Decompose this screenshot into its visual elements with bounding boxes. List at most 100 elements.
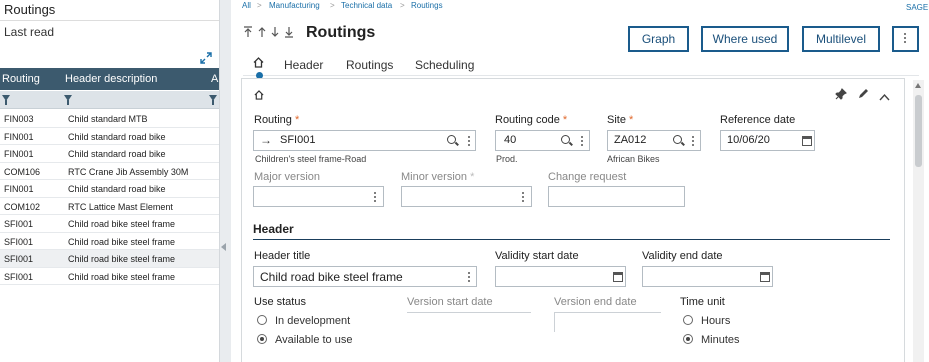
column-header-routing[interactable]: Routing — [2, 73, 40, 85]
routing-cell: FIN001 — [4, 149, 34, 159]
calendar-icon[interactable] — [802, 136, 812, 146]
kebab-icon — [904, 33, 907, 44]
time-unit-label: Time unit — [680, 296, 725, 308]
change-request-field[interactable] — [548, 186, 685, 207]
description-cell: Child standard road bike — [68, 131, 166, 142]
radio-in-development[interactable] — [257, 315, 267, 325]
table-row[interactable]: SFI001 Child road bike steel frame — [0, 250, 219, 268]
breadcrumb-technical-data[interactable]: Technical data — [341, 1, 392, 10]
routing-code-value: 40 — [504, 134, 517, 146]
radio-label-hours[interactable]: Hours — [701, 315, 730, 327]
description-cell: RTC Lattice Mast Element — [68, 201, 173, 212]
routing-code-label: Routing code * — [495, 114, 568, 126]
column-header-a[interactable]: A — [211, 73, 218, 85]
routing-code-description: Prod. — [496, 154, 518, 164]
validity-start-field[interactable] — [495, 266, 626, 287]
breadcrumb-separator: > — [330, 1, 335, 10]
collapse-left-icon[interactable] — [221, 243, 226, 251]
pin-icon[interactable] — [835, 88, 847, 103]
routing-cell: SFI001 — [4, 254, 34, 264]
more-actions-button[interactable] — [892, 26, 919, 52]
kebab-icon[interactable] — [468, 136, 471, 147]
reference-date-field[interactable]: 10/06/20 — [720, 130, 815, 151]
table-row[interactable]: SFI001 Child road bike steel frame — [0, 268, 219, 285]
header-title-field[interactable]: Child road bike steel frame — [253, 266, 477, 287]
scroll-up-icon[interactable] — [915, 83, 921, 88]
header-section-title: Header — [253, 222, 294, 236]
header-title-label: Header title — [254, 250, 311, 262]
column-header-description[interactable]: Header description — [65, 73, 157, 85]
where-used-button[interactable]: Where used — [701, 26, 789, 52]
breadcrumb-all[interactable]: All — [242, 1, 251, 10]
radio-label-available-to-use[interactable]: Available to use — [275, 334, 352, 346]
panel-splitter[interactable] — [219, 0, 231, 362]
expand-icon[interactable] — [200, 52, 212, 67]
validity-end-field[interactable] — [642, 266, 773, 287]
routing-value: SFI001 — [280, 134, 316, 146]
radio-available-to-use[interactable] — [257, 334, 267, 344]
page-title: Routings — [306, 24, 376, 41]
header-title-value: Child road bike steel frame — [260, 270, 403, 284]
divider — [0, 20, 219, 21]
first-record-icon[interactable] — [243, 26, 253, 41]
scrollbar-thumb[interactable] — [915, 95, 922, 167]
company-label[interactable]: SAGE — [906, 3, 928, 12]
use-status-label: Use status — [254, 296, 306, 308]
kebab-icon[interactable] — [522, 192, 525, 203]
site-field[interactable]: ZA012 — [607, 130, 701, 151]
table-row[interactable]: SFI001 Child road bike steel frame — [0, 215, 219, 233]
kebab-icon[interactable] — [692, 136, 695, 147]
table-row[interactable]: SFI001 Child road bike steel frame — [0, 233, 219, 250]
tab-scheduling[interactable]: Scheduling — [415, 58, 474, 72]
tab-header[interactable]: Header — [284, 58, 323, 72]
routing-field[interactable]: → SFI001 — [253, 130, 476, 151]
breadcrumb-routings[interactable]: Routings — [411, 1, 443, 10]
graph-button[interactable]: Graph — [628, 26, 689, 52]
minor-version-label: Minor version * — [401, 171, 475, 183]
radio-minutes[interactable] — [683, 334, 693, 344]
version-end-field — [554, 312, 661, 332]
table-row[interactable]: FIN003 Child standard MTB — [0, 110, 219, 128]
table-row[interactable]: COM106 RTC Crane Jib Assembly 30M — [0, 163, 219, 180]
home-icon[interactable] — [253, 57, 264, 71]
description-cell: Child standard road bike — [68, 184, 166, 194]
home-icon[interactable] — [254, 89, 264, 103]
table-row[interactable]: FIN001 Child standard road bike — [0, 128, 219, 145]
radio-label-minutes[interactable]: Minutes — [701, 334, 740, 346]
radio-hours[interactable] — [683, 315, 693, 325]
routing-cell: FIN003 — [4, 114, 34, 124]
calendar-icon[interactable] — [613, 272, 623, 282]
routing-cell: COM102 — [4, 201, 41, 212]
kebab-icon[interactable] — [468, 272, 471, 283]
description-cell: Child road bike steel frame — [68, 236, 176, 247]
tab-routings[interactable]: Routings — [346, 58, 393, 72]
chevron-up-icon[interactable] — [879, 90, 890, 104]
breadcrumb-manufacturing[interactable]: Manufacturing — [269, 1, 320, 10]
routing-cell: SFI001 — [4, 219, 34, 229]
routing-cell: SFI001 — [4, 236, 34, 247]
filter-icon[interactable] — [209, 95, 217, 105]
search-icon[interactable] — [447, 135, 456, 144]
search-icon[interactable] — [673, 135, 682, 144]
routing-code-field[interactable]: 40 — [495, 130, 590, 151]
table-row[interactable]: FIN001 Child standard road bike — [0, 145, 219, 163]
table-row[interactable]: COM102 RTC Lattice Mast Element — [0, 198, 219, 215]
search-icon[interactable] — [561, 135, 570, 144]
major-version-field[interactable] — [253, 186, 384, 207]
kebab-icon[interactable] — [374, 192, 377, 203]
last-record-icon[interactable] — [284, 26, 294, 41]
arrow-right-icon[interactable]: → — [260, 133, 272, 147]
multilevel-button[interactable]: Multilevel — [802, 26, 880, 52]
next-record-icon[interactable] — [270, 26, 280, 41]
filter-icon[interactable] — [2, 95, 10, 105]
pencil-icon[interactable] — [857, 88, 869, 103]
change-request-label: Change request — [548, 171, 627, 183]
kebab-icon[interactable] — [581, 136, 584, 147]
table-row[interactable]: FIN001 Child standard road bike — [0, 180, 219, 198]
previous-record-icon[interactable] — [257, 26, 267, 41]
radio-label-in-development[interactable]: In development — [275, 315, 350, 327]
filter-icon[interactable] — [64, 95, 72, 105]
calendar-icon[interactable] — [760, 272, 770, 282]
reference-date-label: Reference date — [720, 114, 796, 126]
minor-version-field[interactable] — [401, 186, 532, 207]
